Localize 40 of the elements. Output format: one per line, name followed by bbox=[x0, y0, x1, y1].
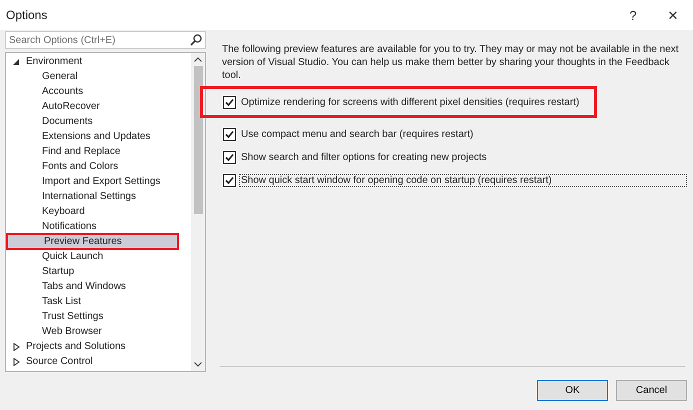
tree-item[interactable]: Tabs and Windows bbox=[6, 279, 191, 294]
help-button[interactable]: ? bbox=[613, 0, 653, 30]
dialog-button[interactable]: Cancel bbox=[616, 380, 687, 401]
scroll-up-icon[interactable] bbox=[194, 57, 202, 62]
search-icon bbox=[190, 34, 202, 46]
tree-item[interactable]: Projects and Solutions bbox=[6, 339, 191, 354]
tree-item[interactable]: Trust Settings bbox=[6, 309, 191, 324]
close-button[interactable]: ✕ bbox=[653, 0, 693, 30]
tree-item[interactable]: Notifications bbox=[6, 219, 191, 234]
tree-item[interactable]: Preview Features bbox=[8, 235, 177, 248]
checkbox[interactable] bbox=[223, 174, 236, 186]
tree-item[interactable]: Startup bbox=[6, 264, 191, 279]
tree-item[interactable]: Web Browser bbox=[6, 324, 191, 339]
tree-item[interactable]: Environment bbox=[6, 54, 191, 69]
search-field[interactable]: Search Options (Ctrl+E) bbox=[5, 31, 206, 49]
tree-item[interactable]: Accounts bbox=[6, 84, 191, 99]
checkbox-label[interactable]: Use compact menu and search bar (requires restart) bbox=[239, 128, 476, 140]
scroll-down-icon[interactable] bbox=[194, 362, 202, 367]
checkbox-label[interactable]: Optimize rendering for screens with different pixel densities (requires restart) bbox=[239, 96, 582, 108]
tree-item[interactable]: International Settings bbox=[6, 189, 191, 204]
checkbox-label[interactable]: Show quick start window for opening code on startup (requires restart) bbox=[239, 174, 687, 186]
tree-item[interactable]: Fonts and Colors bbox=[6, 159, 191, 174]
checkbox[interactable] bbox=[223, 150, 236, 164]
tree-item[interactable]: Extensions and Updates bbox=[6, 129, 191, 144]
dialog-button[interactable]: OK bbox=[537, 380, 608, 401]
tree-item[interactable]: Find and Replace bbox=[6, 144, 191, 159]
checkbox-label[interactable]: Show search and filter options for creating new projects bbox=[239, 150, 489, 164]
tree-item[interactable]: Quick Launch bbox=[6, 249, 191, 264]
tree-item[interactable]: Source Control bbox=[6, 354, 191, 369]
tree-item[interactable]: AutoRecover bbox=[6, 99, 191, 114]
tree-item[interactable]: Documents bbox=[6, 114, 191, 129]
tree-item[interactable]: Task List bbox=[6, 294, 191, 309]
tree-item[interactable]: Import and Export Settings bbox=[6, 174, 191, 189]
checkbox[interactable] bbox=[223, 96, 236, 108]
tree-item[interactable]: General bbox=[6, 69, 191, 84]
tree-item[interactable]: Keyboard bbox=[6, 204, 191, 219]
description-text: The following preview features are available for you to try. They may or may not be available in the next version of Visual Studio. You can help us make them better by sharing your thoughts in the Feedback tool. bbox=[222, 43, 680, 82]
scrollbar[interactable] bbox=[191, 53, 205, 371]
window-title: Options bbox=[6, 8, 48, 22]
checkbox[interactable] bbox=[223, 128, 236, 140]
